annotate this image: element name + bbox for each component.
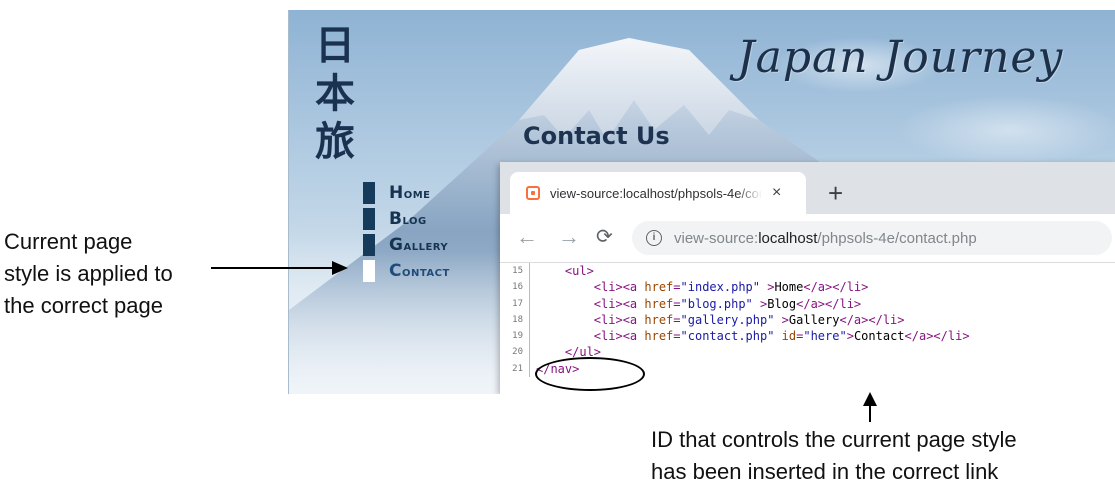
left-arrow-head [332,261,348,275]
annotation-arrows [211,261,877,422]
up-arrow-head [863,392,877,406]
callout-line: ID that controls the current page style [651,427,1017,452]
callout-line: has been inserted in the correct link [651,459,999,484]
id-inserted-callout: ID that controls the current page style … [651,424,1111,488]
